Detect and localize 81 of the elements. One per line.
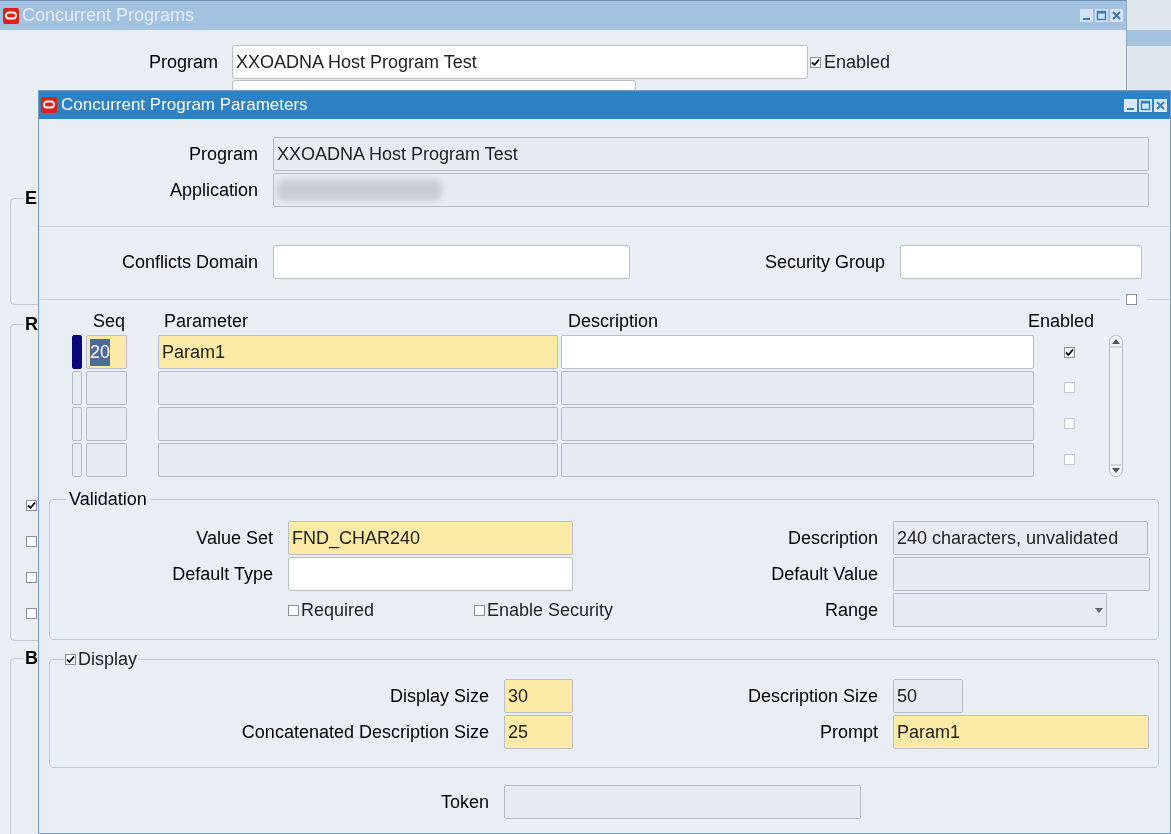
- text-field[interactable]: 240 characters, unvalidated: [893, 521, 1148, 555]
- checkbox-label: Enabled: [824, 50, 891, 74]
- table-cell[interactable]: [158, 371, 558, 405]
- field-label: Prompt: [819, 721, 878, 742]
- row-indicator[interactable]: [72, 407, 82, 441]
- field-label: Token: [440, 791, 489, 812]
- checkbox[interactable]: [288, 604, 299, 616]
- field-label: Concatenated Description Size: [241, 721, 489, 742]
- text-field[interactable]: FND_CHAR240: [288, 521, 573, 555]
- column-header: Enabled: [1028, 311, 1095, 331]
- group-label: B: [25, 648, 38, 668]
- text-field[interactable]: [900, 245, 1142, 279]
- table-cell[interactable]: [561, 371, 1034, 405]
- field-label: Conflicts Domain: [121, 251, 258, 272]
- table-cell[interactable]: [561, 443, 1034, 477]
- group-label: E: [25, 188, 37, 208]
- field-label: Range: [824, 599, 878, 620]
- column-header: Description: [568, 311, 659, 331]
- row-indicator[interactable]: [72, 443, 82, 477]
- checkbox[interactable]: [474, 604, 485, 616]
- checkbox-label: Display: [78, 648, 138, 671]
- text-field[interactable]: [288, 557, 573, 591]
- checkbox[interactable]: [26, 500, 37, 511]
- text-field[interactable]: 25: [504, 715, 573, 749]
- table-cell[interactable]: [86, 407, 127, 441]
- text-field[interactable]: XXOADNA Host Program Test: [232, 45, 808, 79]
- text-field[interactable]: [273, 245, 630, 279]
- field-label: Display Size: [389, 685, 489, 706]
- table-cell[interactable]: Param1: [158, 335, 558, 369]
- checkbox[interactable]: [26, 572, 37, 583]
- range-dropdown[interactable]: [893, 593, 1107, 627]
- table-cell[interactable]: [158, 443, 558, 477]
- window-edge: [1127, 30, 1171, 46]
- app-icon: [41, 97, 57, 113]
- maximize-icon[interactable]: [1095, 9, 1108, 22]
- close-icon[interactable]: [1154, 98, 1167, 112]
- field-label: Value Set: [196, 527, 273, 548]
- checkbox[interactable]: [26, 608, 37, 619]
- row-indicator[interactable]: [72, 335, 82, 369]
- app-icon: [3, 7, 19, 24]
- field-label: Application: [169, 179, 258, 200]
- text-field[interactable]: XXOADNA Host Program Test: [273, 137, 1149, 171]
- table-cell[interactable]: [86, 371, 127, 405]
- field-label: Default Value: [771, 563, 878, 584]
- text-field[interactable]: [273, 173, 1149, 207]
- field-label: Program: [188, 143, 258, 164]
- caret-icon: [1095, 607, 1103, 613]
- checkbox[interactable]: [65, 654, 76, 665]
- checkbox[interactable]: [1064, 347, 1075, 358]
- field-label: Security Group: [764, 251, 885, 272]
- field-label: Program: [148, 51, 218, 72]
- scrollbar[interactable]: [1109, 335, 1123, 477]
- checkbox[interactable]: [26, 536, 37, 547]
- table-cell[interactable]: [86, 443, 127, 477]
- field-label: Description Size: [747, 685, 878, 706]
- table-cell[interactable]: [561, 407, 1034, 441]
- group-title: Validation: [69, 489, 147, 509]
- group-label: R: [25, 314, 38, 334]
- field-label: Description: [787, 527, 878, 548]
- field-label: Default Type: [172, 563, 273, 584]
- checkbox[interactable]: [810, 56, 821, 68]
- checkbox[interactable]: [1126, 293, 1137, 305]
- table-cell[interactable]: [561, 335, 1034, 369]
- minimize-icon[interactable]: [1124, 98, 1137, 112]
- table-cell[interactable]: [158, 407, 558, 441]
- checkbox-label: Required: [301, 598, 375, 622]
- text-field[interactable]: [893, 557, 1150, 591]
- close-icon[interactable]: [1110, 9, 1123, 22]
- window-title: Concurrent Program Parameters: [61, 94, 308, 117]
- column-header: Seq: [93, 311, 126, 331]
- text-field[interactable]: Param1: [893, 715, 1149, 749]
- row-indicator[interactable]: [72, 371, 82, 405]
- minimize-icon[interactable]: [1080, 9, 1093, 22]
- window-title: Concurrent Programs: [22, 4, 195, 27]
- table-cell[interactable]: 20: [86, 335, 127, 369]
- text-field[interactable]: [504, 785, 861, 819]
- text-field[interactable]: 30: [504, 679, 573, 713]
- maximize-icon[interactable]: [1139, 98, 1152, 112]
- text-field[interactable]: 50: [893, 679, 963, 713]
- checkbox-label: Enable Security: [487, 598, 614, 622]
- column-header: Parameter: [164, 311, 249, 331]
